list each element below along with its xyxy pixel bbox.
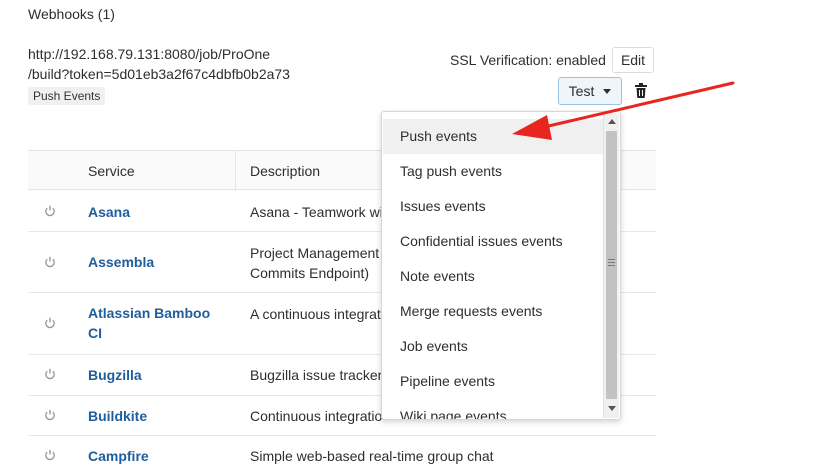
webhooks-title: Webhooks (1) — [28, 6, 115, 22]
caret-down-icon — [603, 88, 612, 94]
menu-item-tag-push-events[interactable]: Tag push events — [383, 154, 603, 189]
power-icon — [45, 317, 55, 329]
scroll-down-arrow-icon[interactable] — [608, 406, 616, 411]
service-link-campfire[interactable]: Campfire — [88, 446, 228, 466]
service-link-bugzilla[interactable]: Bugzilla — [88, 365, 228, 385]
dropdown-scrollbar[interactable] — [603, 113, 619, 418]
grip-line — [608, 265, 615, 266]
test-button-label: Test — [568, 83, 595, 99]
test-dropdown-button[interactable]: Test — [558, 77, 622, 105]
service-link-atlassian-bamboo-ci[interactable]: Atlassian Bamboo CI — [88, 303, 228, 343]
trash-icon[interactable] — [634, 83, 648, 99]
menu-item-wiki-page-events[interactable]: Wiki page events — [383, 399, 603, 419]
grip-line — [608, 259, 615, 260]
power-icon — [45, 256, 55, 268]
power-icon — [45, 449, 55, 461]
ssl-verification-status: SSL Verification: enabled — [450, 52, 606, 68]
test-events-dropdown-menu: Push events Tag push events Issues event… — [381, 111, 621, 420]
service-link-buildkite[interactable]: Buildkite — [88, 406, 228, 426]
webhook-url-line1: http://192.168.79.131:8080/job/ProOne — [28, 46, 271, 62]
power-icon — [45, 205, 55, 217]
menu-item-note-events[interactable]: Note events — [383, 259, 603, 294]
menu-item-confidential-issues-events[interactable]: Confidential issues events — [383, 224, 603, 259]
table-row: Campfire Simple web-based real-time grou… — [28, 436, 656, 466]
service-description: Simple web-based real-time group chat — [250, 448, 494, 464]
webhook-url: http://192.168.79.131:8080/job/ProOne /b… — [28, 44, 290, 84]
power-icon — [45, 368, 55, 380]
scrollbar-thumb[interactable] — [606, 131, 617, 399]
column-header-service: Service — [88, 163, 135, 179]
webhook-url-line2: /build?token=5d01eb3a2f67c4dbfb0b2a73 — [28, 66, 290, 82]
grip-line — [608, 262, 615, 263]
column-header-description: Description — [250, 163, 321, 179]
menu-item-issues-events[interactable]: Issues events — [383, 189, 603, 224]
menu-item-job-events[interactable]: Job events — [383, 329, 603, 364]
service-name-line: Atlassian Bamboo — [88, 305, 211, 321]
header-divider — [235, 151, 236, 191]
menu-item-push-events[interactable]: Push events — [383, 119, 603, 154]
service-name-line: CI — [88, 325, 102, 341]
menu-item-merge-requests-events[interactable]: Merge requests events — [383, 294, 603, 329]
edit-button[interactable]: Edit — [612, 47, 654, 73]
menu-item-pipeline-events[interactable]: Pipeline events — [383, 364, 603, 399]
scroll-up-arrow-icon[interactable] — [608, 119, 616, 124]
push-events-badge: Push Events — [28, 87, 106, 105]
service-link-asana[interactable]: Asana — [88, 202, 228, 222]
service-link-assembla[interactable]: Assembla — [88, 252, 228, 272]
power-icon — [45, 409, 55, 421]
